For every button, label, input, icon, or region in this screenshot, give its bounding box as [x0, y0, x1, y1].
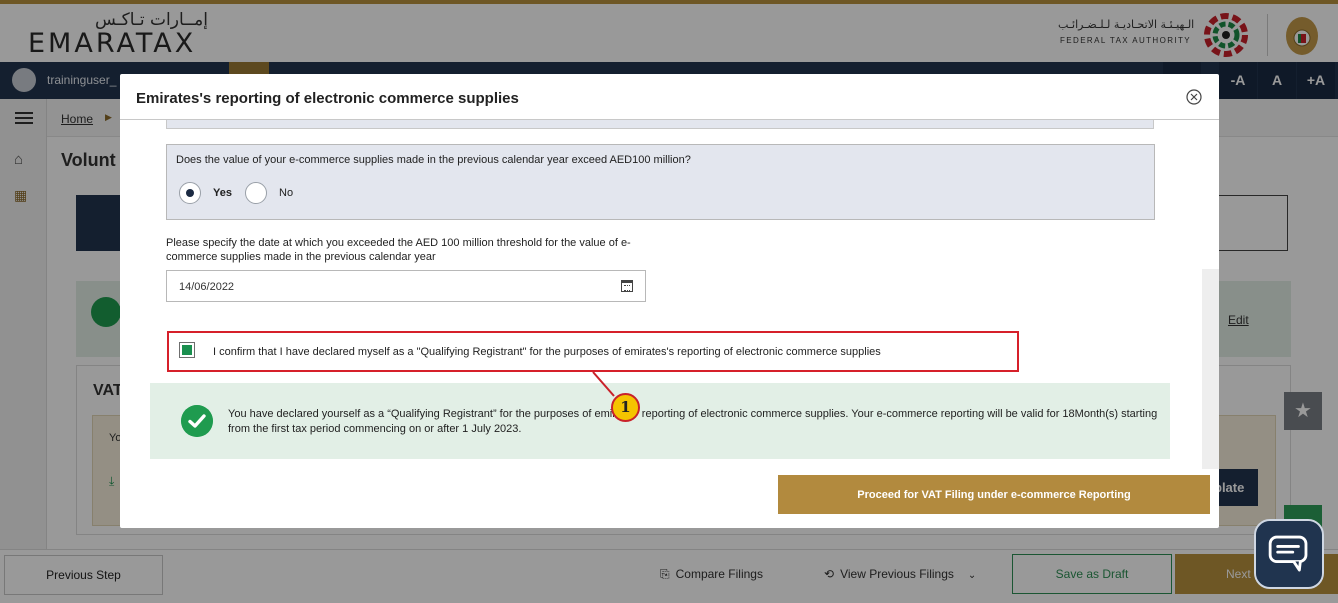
no-label[interactable]: No	[279, 187, 293, 199]
success-text: You have declared yourself as a “Qualify…	[228, 408, 1158, 435]
view-previous-filings-dropdown[interactable]: ⟲ View Previous Filings ⌄	[824, 567, 976, 581]
ecommerce-reporting-modal: Emirates's reporting of electronic comme…	[120, 74, 1219, 528]
close-icon[interactable]	[1186, 89, 1202, 105]
yes-radio[interactable]	[179, 182, 201, 204]
proceed-vat-filing-button[interactable]: Proceed for VAT Filing under e-commerce …	[778, 475, 1210, 514]
bottom-action-bar: Previous Step ⎘ Compare Filings ⟲ View Pre…	[0, 549, 1338, 603]
threshold-date-field[interactable]: 14/06/2022	[166, 270, 646, 302]
compare-icon: ⎘	[660, 567, 670, 581]
previous-section-edge	[166, 120, 1154, 129]
history-icon: ⟲	[824, 567, 835, 581]
qualifying-registrant-confirmation: I confirm that I have declared myself as…	[167, 331, 1019, 372]
checkbox-checked-mark	[182, 345, 192, 355]
modal-title: Emirates's reporting of electronic comme…	[136, 90, 519, 107]
annotation-marker: 1	[611, 393, 640, 422]
confirm-label[interactable]: I confirm that I have declared myself as…	[213, 346, 881, 358]
ecommerce-threshold-question: Does the value of your e-commerce suppli…	[166, 144, 1155, 220]
compare-filings-link[interactable]: ⎘ Compare Filings	[660, 567, 763, 582]
no-radio[interactable]	[245, 182, 267, 204]
yes-label[interactable]: Yes	[213, 187, 232, 199]
compare-filings-label: Compare Filings	[675, 567, 763, 581]
calendar-icon[interactable]	[621, 280, 633, 292]
threshold-date-label: Please specify the date at which you exc…	[166, 237, 631, 263]
check-circle-icon	[181, 405, 213, 437]
view-previous-label: View Previous Filings	[840, 567, 954, 581]
success-message: You have declared yourself as a “Qualify…	[150, 383, 1170, 459]
save-as-draft-button[interactable]: Save as Draft	[1012, 554, 1172, 594]
question-label: Does the value of your e-commerce suppli…	[176, 154, 691, 166]
previous-step-button[interactable]: Previous Step	[4, 555, 163, 595]
chat-support-icon[interactable]	[1254, 519, 1324, 589]
modal-header: Emirates's reporting of electronic comme…	[120, 74, 1219, 120]
radio-selected-dot	[186, 189, 194, 197]
modal-scrollbar[interactable]	[1202, 269, 1219, 469]
chevron-down-icon: ⌄	[967, 570, 977, 581]
confirm-checkbox[interactable]	[179, 342, 195, 358]
